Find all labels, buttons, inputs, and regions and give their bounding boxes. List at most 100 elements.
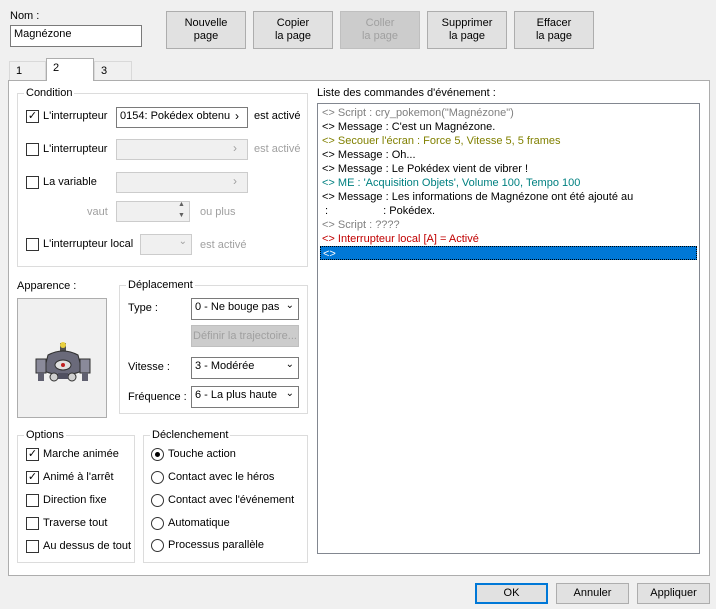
- delete-page-label-1: Supprimer: [441, 17, 493, 29]
- local-switch-select[interactable]: ⌄: [140, 234, 192, 255]
- switch2-label: L'interrupteur: [43, 143, 108, 155]
- switch1-value: 0154: Pokédex obtenu: [120, 110, 231, 122]
- command-line[interactable]: <> Secouer l'écran : Force 5, Vitesse 5,…: [320, 134, 697, 148]
- name-label: Nom :: [10, 10, 40, 22]
- ok-button[interactable]: OK: [475, 583, 548, 604]
- local-switch-checkbox[interactable]: [26, 238, 39, 251]
- copy-page-button[interactable]: Copier la page: [253, 11, 333, 49]
- freq-select[interactable]: 6 - La plus haute ⌄: [191, 386, 299, 408]
- variable-checkbox[interactable]: [26, 176, 39, 189]
- appearance-title: Apparence :: [17, 280, 77, 292]
- command-line-selected[interactable]: <>: [320, 246, 697, 260]
- variable-label: La variable: [43, 176, 97, 188]
- magnezone-sprite-icon: [35, 342, 91, 382]
- through-label: Traverse tout: [43, 517, 108, 529]
- switch2-select[interactable]: [116, 139, 248, 160]
- event-touch-label: Contact avec l'événement: [168, 494, 295, 506]
- clear-page-label-2: la page: [535, 30, 573, 42]
- direction-fix-label: Direction fixe: [43, 494, 107, 506]
- clear-page-button[interactable]: Effacer la page: [514, 11, 594, 49]
- always-on-top-checkbox[interactable]: [26, 540, 39, 553]
- paste-page-label-2: la page: [361, 30, 399, 42]
- switch1-chevron-icon[interactable]: ›: [232, 109, 242, 123]
- command-line[interactable]: <> Script : cry_pokemon("Magnézone"): [320, 106, 697, 120]
- command-list[interactable]: <> Script : cry_pokemon("Magnézone") <> …: [317, 103, 700, 554]
- new-page-label-1: Nouvelle: [184, 17, 228, 29]
- local-switch-label: L'interrupteur local: [43, 238, 134, 250]
- new-page-button[interactable]: Nouvelle page: [166, 11, 246, 49]
- paste-page-label-1: Coller: [365, 17, 395, 29]
- autorun-radio[interactable]: [151, 517, 164, 530]
- tab-3[interactable]: 3: [94, 61, 132, 80]
- switch1-checkbox[interactable]: ✓: [26, 110, 39, 123]
- through-checkbox[interactable]: [26, 517, 39, 530]
- options-title: Options: [24, 429, 66, 441]
- action-key-label: Touche action: [168, 448, 236, 460]
- spinner-down-icon[interactable]: ▼: [178, 212, 185, 219]
- local-switch-suffix: est activé: [200, 239, 247, 251]
- command-line[interactable]: <> Message : Les informations de Magnézo…: [320, 190, 697, 204]
- switch2-suffix: est activé: [254, 143, 301, 155]
- type-select[interactable]: 0 - Ne bouge pas ⌄: [191, 298, 299, 320]
- apply-button[interactable]: Appliquer: [637, 583, 710, 604]
- action-key-radio[interactable]: [151, 448, 164, 461]
- tab-1[interactable]: 1: [9, 61, 46, 80]
- trigger-title: Déclenchement: [150, 429, 231, 441]
- chevron-down-icon: ⌄: [285, 388, 294, 399]
- commands-title: Liste des commandes d'événement :: [317, 87, 496, 99]
- appearance-preview[interactable]: [17, 298, 107, 418]
- name-field[interactable]: Magnézone: [10, 25, 142, 47]
- delete-page-button[interactable]: Supprimer la page: [427, 11, 507, 49]
- variable-select[interactable]: [116, 172, 248, 193]
- command-line[interactable]: <> Message : C'est un Magnézone.: [320, 120, 697, 134]
- switch2-chevron-icon: ›: [233, 141, 237, 155]
- copy-page-label-2: la page: [274, 30, 312, 42]
- command-line[interactable]: <> Message : Oh...: [320, 148, 697, 162]
- direction-fix-checkbox[interactable]: [26, 494, 39, 507]
- step-anim-checkbox[interactable]: ✓: [26, 471, 39, 484]
- command-line[interactable]: <> Interrupteur local [A] = Activé: [320, 232, 697, 246]
- player-touch-radio[interactable]: [151, 471, 164, 484]
- vaut-label: vaut: [87, 206, 108, 218]
- command-line[interactable]: <> ME : 'Acquisition Objets', Volume 100…: [320, 176, 697, 190]
- speed-select[interactable]: 3 - Modérée ⌄: [191, 357, 299, 379]
- command-line[interactable]: <> Message : Le Pokédex vient de vibrer …: [320, 162, 697, 176]
- copy-page-label-1: Copier: [276, 17, 310, 29]
- command-line[interactable]: : : Pokédex.: [320, 204, 697, 218]
- type-label: Type :: [128, 302, 158, 314]
- parallel-radio[interactable]: [151, 539, 164, 552]
- autorun-label: Automatique: [168, 517, 230, 529]
- player-touch-label: Contact avec le héros: [168, 471, 275, 483]
- variable-chevron-icon: ›: [233, 174, 237, 188]
- switch1-suffix: est activé: [254, 110, 301, 122]
- tab-2[interactable]: 2: [46, 58, 94, 81]
- chevron-down-icon: ⌄: [178, 236, 187, 247]
- walk-anim-label: Marche animée: [43, 448, 119, 460]
- command-line[interactable]: <> Script : ????: [320, 218, 697, 232]
- speed-label: Vitesse :: [128, 361, 170, 373]
- cancel-button[interactable]: Annuler: [556, 583, 629, 604]
- walk-anim-checkbox[interactable]: ✓: [26, 448, 39, 461]
- parallel-label: Processus parallèle: [168, 539, 264, 551]
- event-touch-radio[interactable]: [151, 494, 164, 507]
- spinner-up-icon[interactable]: ▲: [178, 201, 185, 208]
- switch1-label: L'interrupteur: [43, 110, 108, 122]
- new-page-label-2: page: [193, 30, 219, 42]
- switch1-select[interactable]: 0154: Pokédex obtenu: [116, 107, 248, 128]
- type-value: 0 - Ne bouge pas: [195, 301, 280, 313]
- delete-page-label-2: la page: [448, 30, 486, 42]
- chevron-down-icon: ⌄: [285, 359, 294, 370]
- freq-label: Fréquence :: [128, 391, 187, 403]
- define-route-button[interactable]: Définir la trajectoire...: [191, 325, 299, 347]
- paste-page-button[interactable]: Coller la page: [340, 11, 420, 49]
- clear-page-label-1: Effacer: [536, 17, 572, 29]
- switch2-checkbox[interactable]: [26, 143, 39, 156]
- step-anim-label: Animé à l'arrêt: [43, 471, 114, 483]
- speed-value: 3 - Modérée: [195, 360, 255, 372]
- chevron-down-icon: ⌄: [285, 300, 294, 311]
- ou-plus-label: ou plus: [200, 206, 236, 218]
- always-on-top-label: Au dessus de tout: [43, 540, 132, 552]
- movement-title: Déplacement: [126, 279, 195, 291]
- freq-value: 6 - La plus haute: [195, 389, 277, 401]
- condition-title: Condition: [24, 87, 75, 99]
